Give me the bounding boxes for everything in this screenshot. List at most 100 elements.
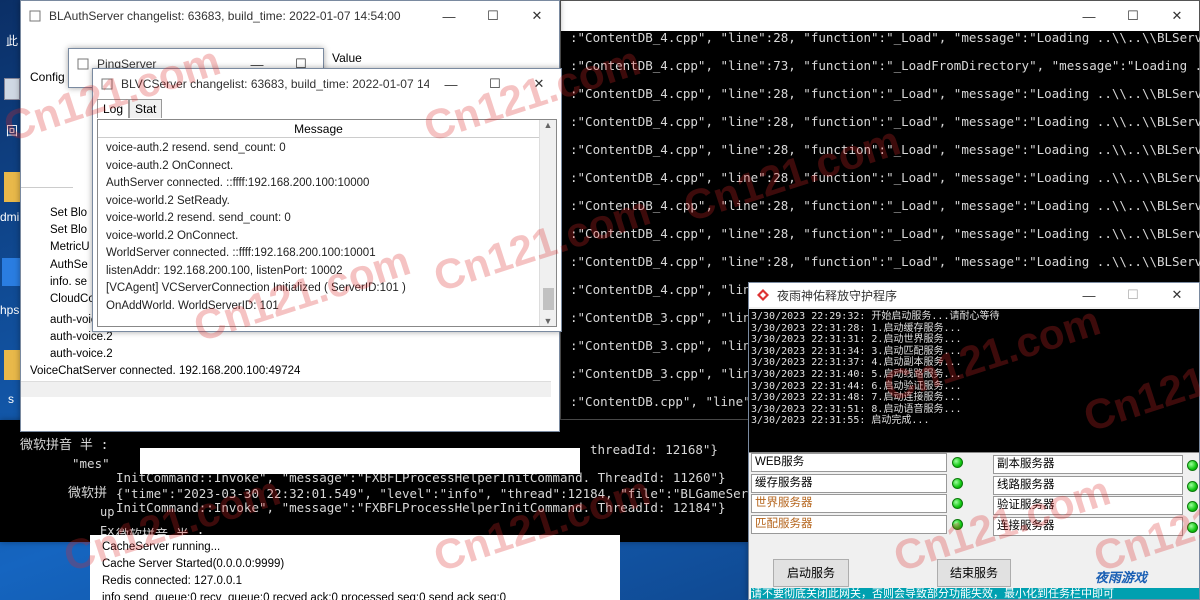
cache-server-window[interactable]: CacheServer running... Cache Server Star… [90, 535, 620, 600]
desktop-icon-label[interactable]: 回 [6, 122, 18, 139]
status-led-icon [1187, 521, 1198, 533]
scroll-down-icon[interactable]: ▼ [540, 316, 556, 326]
auth-log-line: auth-voice.2 [50, 331, 113, 343]
auth-log-line: info. se [50, 276, 88, 288]
console-blank-box [140, 448, 580, 474]
guard-log-line: 3/30/2023 22:31:55: 启动完成... [751, 415, 930, 427]
log-line: AuthServer connected. ::ffff:192.168.200… [106, 177, 370, 189]
console-line: :"ContentDB_4.cpp", "line":28, "function… [570, 226, 1200, 241]
logo-text: 夜雨游戏 [1095, 570, 1148, 585]
auth-log-line: AuthSe [50, 259, 88, 271]
maximize-button[interactable]: ☐ [473, 69, 517, 99]
stop-service-button[interactable]: 结束服务 [937, 559, 1011, 587]
console-line: :"ContentDB_4.cpp", "line":28, "function… [570, 86, 1200, 101]
config-tab[interactable]: Config [30, 70, 65, 84]
guard-window-title: 夜雨神佑释放守护程序 [777, 288, 898, 303]
auth-window-title: BLAuthServer changelist: 63683, build_ti… [49, 9, 401, 23]
cache-log-line: info send_queue:0 recv_queue:0 recved ac… [102, 592, 507, 600]
console-line: :"ContentDB_4.cpp", "line":28, "function… [570, 114, 1200, 129]
tab-log[interactable]: Log [97, 99, 130, 118]
vc-log-panel: Message voice-auth.2 resend. send_count:… [97, 119, 557, 327]
horizontal-scrollbar[interactable] [21, 381, 551, 397]
auth-titlebar[interactable]: BLAuthServer changelist: 63683, build_ti… [21, 1, 559, 31]
folder-icon[interactable] [4, 172, 20, 202]
guard-footer-notice: 请不要彻底关闭此网关，否则会导致部分功能失效，最小化到任务栏中即可 [751, 588, 1199, 599]
log-line: voice-world.2 SetReady. [106, 194, 230, 207]
console-line: :"ContentDB_3.cpp", "line" [570, 338, 766, 353]
folder-icon[interactable] [4, 350, 20, 380]
status-led-icon [1187, 501, 1198, 512]
console-line: :"ContentDB_4.cpp", "line":73, "function… [570, 58, 1200, 73]
minimize-button[interactable]: — [429, 69, 473, 99]
close-button[interactable]: ✕ [517, 69, 561, 99]
status-led-icon [952, 457, 963, 468]
auth-log-line: Set Blo [50, 224, 88, 236]
diamond-icon [757, 289, 769, 301]
desktop-icon-label[interactable]: dmi [0, 210, 19, 224]
guard-log-area: 3/30/2023 22:29:32: 开始启动服务...请耐心等待 3/30/2… [749, 309, 1199, 453]
value-column-header: Value [332, 51, 362, 65]
console-line: up [100, 505, 115, 519]
status-led-icon [1187, 480, 1198, 492]
minimize-button[interactable]: — [427, 1, 471, 31]
ime-status: 微软拼音 半 : [20, 438, 109, 453]
service-status-row: 缓存服务器 [751, 473, 947, 493]
log-line: listenAddr: 192.168.200.100, listenPort:… [106, 264, 343, 277]
app-window-icon [101, 78, 113, 90]
app-window-icon [77, 58, 89, 70]
vc-titlebar[interactable]: BLVCServer changelist: 63683, build_time… [93, 69, 561, 99]
log-line: OnAddWorld. WorldServerID: 101 [106, 299, 279, 312]
service-status-row: WEB服务 [751, 453, 947, 472]
scroll-up-icon[interactable]: ▲ [540, 120, 556, 130]
vc-log-list: voice-auth.2 resend. send_count: 0 voice-… [98, 138, 556, 315]
guard-log-line: 3/30/2023 22:31:48: 7.启动连接服务... [751, 392, 962, 404]
auth-log-line: MetricU [50, 241, 90, 253]
guard-log-line: 3/30/2023 22:31:34: 3.启动匹配服务... [751, 345, 962, 357]
recycle-bin-icon[interactable] [4, 78, 20, 100]
desktop-icon-label[interactable]: 此 [6, 32, 18, 49]
desktop-icon-label[interactable]: hps [0, 303, 19, 317]
guard-log-line: 3/30/2023 22:29:32: 开始启动服务...请耐心等待 [751, 311, 1000, 322]
log-line: voice-world.2 resend. send_count: 0 [106, 212, 291, 224]
log-line: voice-world.2 OnConnect. [106, 229, 239, 242]
auth-log-line: VoiceChatServer connected. 192.168.200.1… [30, 365, 301, 377]
app-window-icon [29, 10, 41, 22]
guard-logo: 夜雨游戏 [1095, 567, 1147, 586]
log-line: voice-auth.2 OnConnect. [106, 159, 234, 172]
close-button[interactable]: ✕ [515, 1, 559, 31]
console-line: :"ContentDB_3.cpp", "line" [570, 366, 766, 381]
guard-titlebar[interactable]: 夜雨神佑释放守护程序 — ☐ ✕ [749, 283, 1199, 307]
vertical-scrollbar[interactable]: ▲ ▼ [539, 120, 556, 326]
ime-status: 微软拼 [68, 486, 108, 501]
log-line: WorldServer connected. ::ffff:192.168.20… [106, 247, 376, 259]
message-column-header[interactable]: Message [98, 120, 539, 138]
console-line: :"ContentDB.cpp", "line" [570, 394, 751, 409]
maximize-button[interactable]: ☐ [1111, 283, 1155, 307]
minimize-button[interactable]: — [1067, 283, 1111, 307]
auth-log-line: auth-voice.2 [50, 348, 113, 360]
app-icon[interactable] [2, 258, 20, 286]
close-button[interactable]: ✕ [1155, 283, 1199, 307]
vc-server-window[interactable]: BLVCServer changelist: 63683, build_time… [92, 68, 562, 332]
log-line: voice-auth.2 resend. send_count: 0 [106, 142, 286, 154]
status-led-icon [952, 498, 963, 509]
vc-window-title: BLVCServer changelist: 63683, build_time… [121, 77, 429, 91]
guard-log-line: 3/30/2023 22:31:51: 8.启动语音服务... [751, 403, 962, 415]
maximize-button[interactable]: ☐ [471, 1, 515, 31]
start-service-button[interactable]: 启动服务 [773, 559, 849, 587]
console-line: "mes" [72, 456, 110, 471]
cache-log-line: Cache Server Started(0.0.0.0:9999) [102, 558, 285, 570]
tab-stat[interactable]: Stat [129, 99, 163, 118]
console-line: :"ContentDB_4.cpp", "line":28, "function… [570, 254, 1200, 269]
status-led-icon [952, 518, 963, 530]
service-status-row: 连接服务器 [993, 516, 1183, 536]
desktop-icon-label[interactable]: s [8, 392, 14, 406]
scrollbar-thumb[interactable] [543, 288, 554, 310]
console-line: :"ContentDB_4.cpp", "line":28, "function… [570, 30, 1200, 45]
guard-program-window[interactable]: 夜雨神佑释放守护程序 — ☐ ✕ 3/30/2023 22:29:32: 开始启… [748, 282, 1200, 600]
service-status-row: 副本服务器 [993, 455, 1183, 474]
cache-log-line: Redis connected: 127.0.0.1 [102, 575, 243, 587]
status-led-icon [1187, 460, 1198, 471]
console-line: :"ContentDB_4.cpp", "line":28, "function… [570, 142, 1200, 157]
guard-log-line: 3/30/2023 22:31:28: 1.启动缓存服务... [751, 322, 962, 334]
